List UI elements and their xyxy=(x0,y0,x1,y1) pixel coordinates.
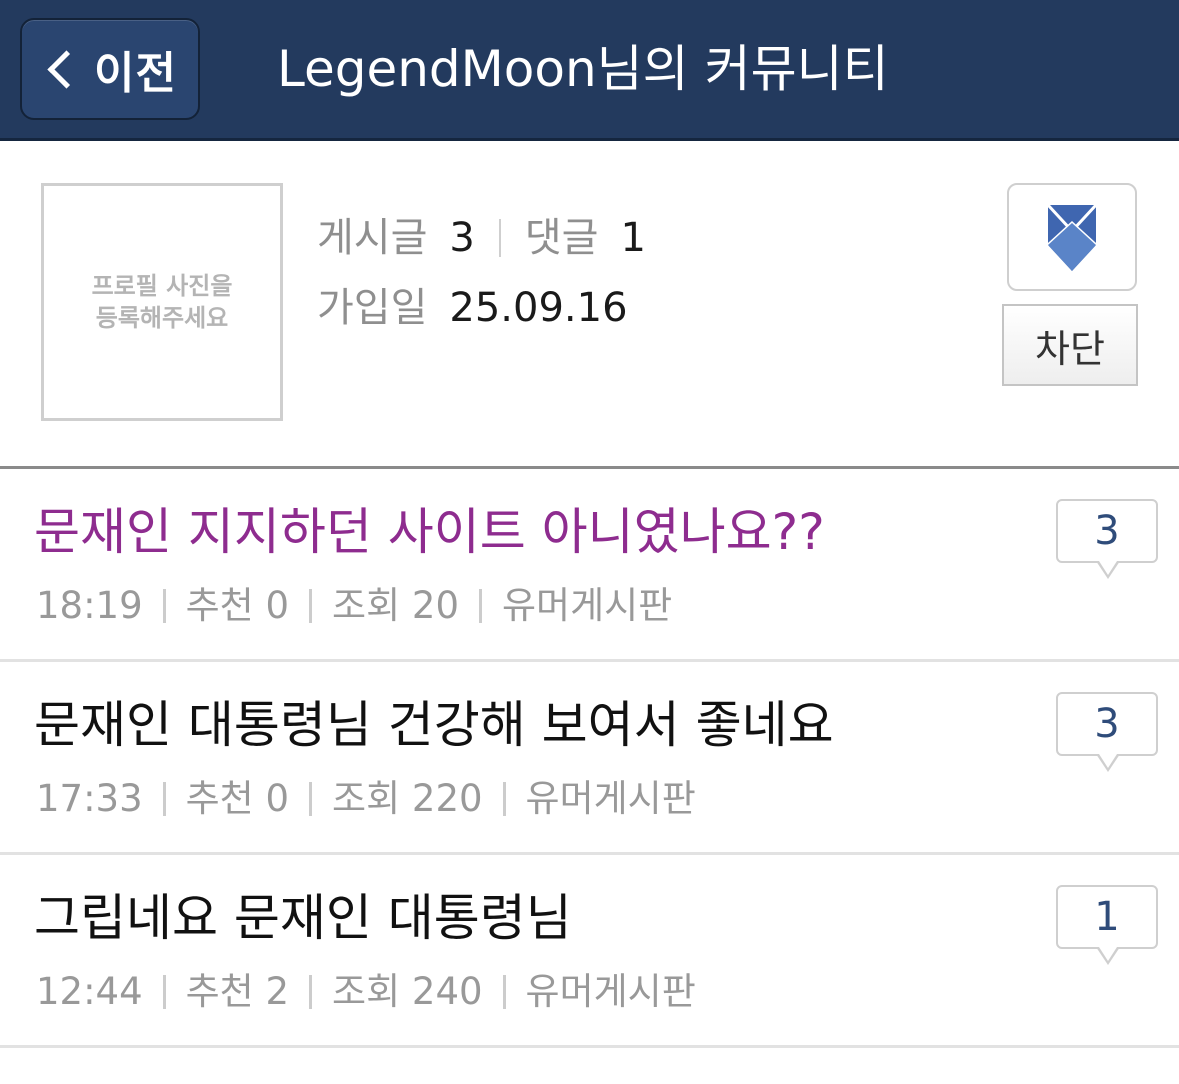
badge-button[interactable] xyxy=(1007,183,1137,291)
joined-label: 가입일 xyxy=(317,285,428,331)
comment-count-badge[interactable]: 3 xyxy=(1056,692,1158,772)
recommend-count: 2 xyxy=(265,970,290,1013)
comments-count: 1 xyxy=(620,215,646,261)
stat-divider xyxy=(498,219,501,257)
chevron-left-icon xyxy=(47,49,86,89)
posts-count: 3 xyxy=(449,215,475,261)
post-time: 17:33 xyxy=(36,777,143,820)
recommend-label: 추천 xyxy=(185,970,254,1013)
meta-divider xyxy=(309,782,313,816)
meta-divider xyxy=(502,975,506,1009)
views-label: 조회 xyxy=(332,777,401,820)
meta-divider xyxy=(162,782,166,816)
join-date-row: 가입일 25.09.16 xyxy=(317,273,646,343)
meta-divider xyxy=(309,589,313,623)
profile-section: 프로필 사진을 등록해주세요 게시글 3 댓글 1 가입일 25.09.16 차… xyxy=(0,141,1179,469)
comment-count-badge[interactable]: 1 xyxy=(1056,885,1158,965)
back-button[interactable]: 이전 xyxy=(20,18,200,120)
views-count: 240 xyxy=(411,970,483,1013)
recommend-label: 추천 xyxy=(185,777,254,820)
joined-date: 25.09.16 xyxy=(449,285,628,331)
post-item[interactable]: 문재인 대통령님 건강해 보여서 좋네요 17:33 추천 0 조회 220 유… xyxy=(0,662,1179,855)
comment-count-badge[interactable]: 3 xyxy=(1056,499,1158,579)
back-button-label: 이전 xyxy=(94,48,177,99)
top-bar: 이전 LegendMoon님의 커뮤니티 xyxy=(0,0,1179,141)
meta-divider xyxy=(502,782,506,816)
recommend-count: 0 xyxy=(265,777,290,820)
page-title: LegendMoon님의 커뮤니티 xyxy=(277,40,889,98)
profile-stats: 게시글 3 댓글 1 가입일 25.09.16 xyxy=(317,203,646,343)
post-item[interactable]: 문재인 지지하던 사이트 아니였나요?? 18:19 추천 0 조회 20 유머… xyxy=(0,469,1179,662)
views-label: 조회 xyxy=(332,970,401,1013)
posts-label: 게시글 xyxy=(317,215,428,261)
post-item[interactable]: 그립네요 문재인 대통령님 12:44 추천 2 조회 240 유머게시판 1 xyxy=(0,855,1179,1048)
meta-divider xyxy=(309,975,313,1009)
board-name: 유머게시판 xyxy=(502,584,673,627)
comments-label: 댓글 xyxy=(524,215,599,261)
meta-divider xyxy=(162,975,166,1009)
post-title[interactable]: 문재인 지지하던 사이트 아니였나요?? xyxy=(34,497,825,567)
activity-stats-row: 게시글 3 댓글 1 xyxy=(317,203,646,273)
shield-icon xyxy=(1046,203,1098,271)
post-time: 18:19 xyxy=(36,584,143,627)
board-name: 유머게시판 xyxy=(525,777,696,820)
views-count: 20 xyxy=(411,584,459,627)
post-meta: 17:33 추천 0 조회 220 유머게시판 xyxy=(36,774,696,824)
post-time: 12:44 xyxy=(36,970,143,1013)
post-meta: 12:44 추천 2 조회 240 유머게시판 xyxy=(36,967,696,1017)
views-count: 220 xyxy=(411,777,483,820)
meta-divider xyxy=(162,589,166,623)
recommend-label: 추천 xyxy=(185,584,254,627)
recommend-count: 0 xyxy=(265,584,290,627)
block-button[interactable]: 차단 xyxy=(1002,304,1138,386)
views-label: 조회 xyxy=(332,584,401,627)
meta-divider xyxy=(479,589,482,623)
post-title[interactable]: 문재인 대통령님 건강해 보여서 좋네요 xyxy=(34,690,834,760)
board-name: 유머게시판 xyxy=(525,970,696,1013)
post-meta: 18:19 추천 0 조회 20 유머게시판 xyxy=(36,581,672,631)
avatar[interactable]: 프로필 사진을 등록해주세요 xyxy=(41,183,283,421)
avatar-placeholder-text: 프로필 사진을 등록해주세요 xyxy=(91,272,233,332)
post-title[interactable]: 그립네요 문재인 대통령님 xyxy=(34,883,572,953)
